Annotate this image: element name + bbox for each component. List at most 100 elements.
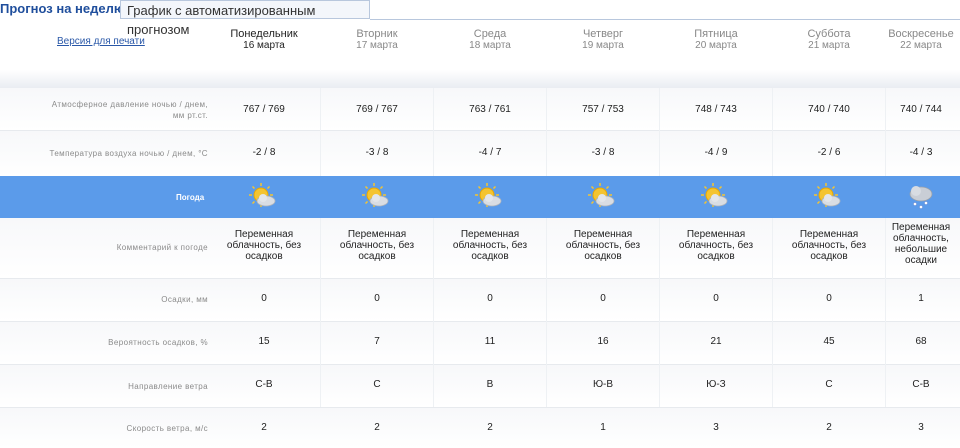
weather-comment-line: Переменная (891, 222, 951, 233)
day-header: Среда 18 марта (435, 28, 545, 52)
weather-comment-line: осадков (358, 251, 396, 262)
sun-cloud-icon (249, 183, 276, 207)
temperature-value: -3 / 8 (591, 147, 615, 158)
precip-value: 0 (261, 293, 267, 304)
temperature-value: -3 / 8 (365, 147, 389, 158)
wind-speed-value: 3 (918, 422, 924, 433)
tab-bar: Прогноз на неделю График с автоматизиров… (0, 0, 960, 37)
pressure-label: Атмосферное давление ночью / днем, мм рт… (51, 100, 208, 120)
day-header: Пятница 20 марта (661, 28, 771, 52)
precip-value: 0 (374, 293, 380, 304)
cloud-light-snow-icon (909, 186, 933, 209)
weather-comment-line: осадков (471, 251, 509, 262)
column-divider (659, 88, 660, 176)
day-name: Вторник (356, 28, 398, 40)
wind-direction-label: Направление ветра (128, 382, 208, 391)
column-divider (659, 218, 660, 407)
wind-speed-value: 1 (600, 422, 606, 433)
day-name: Понедельник (230, 28, 298, 40)
wind-speed-label: Скорость ветра, м/с (126, 424, 208, 433)
weather-comment-line: осадков (697, 251, 735, 262)
probability-label: Вероятность осадков, % (108, 338, 208, 347)
weather-comment-line: Переменная (573, 229, 633, 240)
weather-comment-line: облачность, без (339, 240, 415, 251)
weather-comment: Переменная облачность, без осадков (322, 229, 432, 262)
pressure-value: 740 / 744 (900, 104, 942, 115)
column-divider (546, 88, 547, 176)
column-divider (320, 88, 321, 176)
temperature-value: -2 / 8 (252, 147, 276, 158)
probability-value: 68 (915, 336, 927, 347)
weather-comment-line: Переменная (460, 229, 520, 240)
wind-speed-value: 2 (374, 422, 380, 433)
day-name: Воскресенье (888, 28, 954, 40)
print-version-link[interactable]: Версия для печати (57, 36, 145, 47)
wind-direction-value: В (486, 379, 494, 390)
day-date: 20 марта (695, 40, 737, 51)
weather-comment-line: осадков (245, 251, 283, 262)
weather-comment: Переменная облачность, без осадков (661, 229, 771, 262)
weather-comment-line: Переменная (347, 229, 407, 240)
day-name: Среда (473, 28, 507, 40)
probability-value: 21 (710, 336, 722, 347)
day-date: 19 марта (582, 40, 624, 51)
precip-value: 0 (713, 293, 719, 304)
weather-comment-line: облачность, без (226, 240, 302, 251)
weather-comment-line: облачность, без (452, 240, 528, 251)
tab-divider (370, 19, 960, 20)
probability-value: 7 (374, 336, 380, 347)
weather-comment-line: осадков (584, 251, 622, 262)
wind-speed-value: 3 (713, 422, 719, 433)
day-header: Вторник 17 марта (322, 28, 432, 52)
wind-direction-value: С (373, 379, 381, 390)
weather-comment-line: осадки (905, 255, 937, 266)
tab-weekly-forecast[interactable]: Прогноз на неделю (0, 0, 129, 20)
probability-value: 16 (597, 336, 609, 347)
header-shade (0, 70, 960, 88)
probability-value: 15 (258, 336, 270, 347)
weather-comment: Переменная облачность, без осадков (548, 229, 658, 262)
weather-row-label: Погода (176, 193, 205, 202)
weather-comment-line: облачность, без (565, 240, 641, 251)
day-name: Четверг (582, 28, 624, 40)
column-divider (433, 218, 434, 407)
precip-label: Осадки, мм (161, 295, 208, 304)
wind-direction-value: Ю-З (706, 379, 726, 390)
column-divider (772, 218, 773, 407)
weather-comment: Переменная облачность, небольшие осадки (866, 222, 960, 266)
comment-label: Комментарий к погоде (116, 243, 208, 252)
temperature-value: -4 / 3 (909, 147, 933, 158)
weather-comment-line: Переменная (686, 229, 746, 240)
pressure-value: 769 / 767 (356, 104, 398, 115)
wind-speed-value: 2 (261, 422, 267, 433)
sun-cloud-icon (814, 183, 841, 207)
column-divider (320, 218, 321, 407)
weather-comment-line: облачность, без (678, 240, 754, 251)
tab-auto-forecast-chart[interactable]: График с автоматизированным прогнозом (120, 0, 370, 37)
column-divider (433, 88, 434, 176)
sun-cloud-icon (701, 183, 728, 207)
pressure-value: 763 / 761 (469, 104, 511, 115)
day-date: 16 марта (243, 40, 285, 51)
weather-comment-line: небольшие (894, 244, 948, 255)
pressure-value: 767 / 769 (243, 104, 285, 115)
precip-value: 1 (918, 293, 924, 304)
day-header: Понедельник 16 марта (209, 28, 319, 52)
wind-direction-value: Ю-В (592, 379, 614, 390)
wind-speed-value: 2 (487, 422, 493, 433)
column-divider (885, 88, 886, 176)
day-header: Четверг 19 марта (548, 28, 658, 52)
day-header: Воскресенье 22 марта (866, 28, 960, 52)
temperature-value: -4 / 9 (704, 147, 728, 158)
precip-value: 0 (600, 293, 606, 304)
column-divider (546, 218, 547, 407)
sun-cloud-icon (362, 183, 389, 207)
weather-comment-line: облачность, (893, 233, 949, 244)
day-date: 18 марта (469, 40, 511, 51)
probability-value: 11 (484, 336, 496, 347)
weather-comment: Переменная облачность, без осадков (209, 229, 319, 262)
sun-cloud-icon (588, 183, 615, 207)
day-name: Пятница (694, 28, 738, 40)
temperature-value: -4 / 7 (478, 147, 502, 158)
wind-direction-value: С-В (912, 379, 930, 390)
